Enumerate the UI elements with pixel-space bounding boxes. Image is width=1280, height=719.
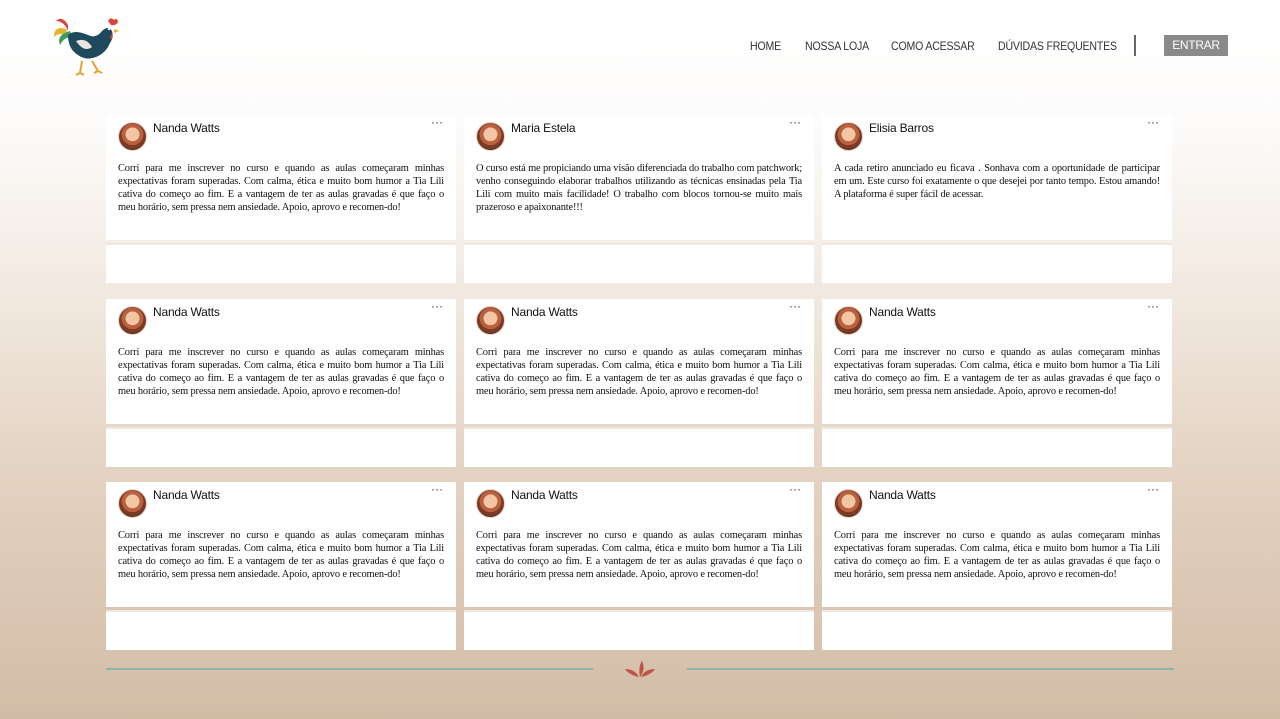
avatar[interactable]	[476, 306, 505, 335]
testimonial-card: Nanda Watts ··· Corri para me inscrever …	[106, 115, 456, 283]
testimonial-card: Nanda Watts ··· Corri para me inscrever …	[822, 482, 1172, 650]
more-options-icon[interactable]: ···	[1147, 115, 1159, 129]
testimonial-text: Corri para me inscrever no curso e quand…	[118, 530, 444, 580]
card-action-bar[interactable]	[822, 427, 1172, 467]
author-name[interactable]: Nanda Watts	[869, 305, 936, 319]
testimonial-text: Corri para me inscrever no curso e quand…	[118, 163, 444, 213]
avatar[interactable]	[834, 122, 863, 151]
testimonial-card: Nanda Watts ··· Corri para me inscrever …	[464, 482, 814, 650]
card-action-bar[interactable]	[106, 243, 456, 283]
footer-divider-left	[106, 668, 593, 670]
testimonial-card: Nanda Watts ··· Corri para me inscrever …	[106, 482, 456, 650]
testimonial-text: Corri para me inscrever no curso e quand…	[834, 530, 1160, 580]
avatar[interactable]	[118, 489, 147, 518]
avatar[interactable]	[476, 122, 505, 151]
card-action-bar[interactable]	[822, 243, 1172, 283]
card-action-bar[interactable]	[106, 427, 456, 467]
author-name[interactable]: Maria Estela	[511, 121, 575, 135]
card-action-bar[interactable]	[106, 610, 456, 650]
card-action-bar[interactable]	[464, 610, 814, 650]
nav-nossa-loja[interactable]: NOSSA LOJA	[805, 34, 869, 58]
more-options-icon[interactable]: ···	[431, 115, 443, 129]
avatar[interactable]	[834, 489, 863, 518]
testimonial-text: Corri para me inscrever no curso e quand…	[834, 347, 1160, 397]
avatar[interactable]	[118, 306, 147, 335]
nav-home[interactable]: HOME	[750, 34, 781, 58]
author-name[interactable]: Nanda Watts	[153, 488, 220, 502]
footer-divider-right	[687, 668, 1174, 670]
nav-como-acessar[interactable]: COMO ACESSAR	[891, 34, 975, 58]
testimonial-card: Maria Estela ··· O curso está me propici…	[464, 115, 814, 283]
avatar[interactable]	[834, 306, 863, 335]
author-name[interactable]: Nanda Watts	[511, 305, 578, 319]
testimonial-card: Nanda Watts ··· Corri para me inscrever …	[822, 299, 1172, 467]
more-options-icon[interactable]: ···	[1147, 482, 1159, 496]
more-options-icon[interactable]: ···	[789, 299, 801, 313]
card-action-bar[interactable]	[464, 427, 814, 467]
card-action-bar[interactable]	[464, 243, 814, 283]
more-options-icon[interactable]: ···	[431, 299, 443, 313]
author-name[interactable]: Elisia Barros	[869, 121, 934, 135]
login-button[interactable]: ENTRAR	[1164, 35, 1228, 56]
main-nav: HOME NOSSA LOJA COMO ACESSAR DÚVIDAS FRE…	[0, 34, 1280, 58]
author-name[interactable]: Nanda Watts	[511, 488, 578, 502]
avatar[interactable]	[118, 122, 147, 151]
testimonial-text: Corri para me inscrever no curso e quand…	[476, 530, 802, 580]
more-options-icon[interactable]: ···	[789, 115, 801, 129]
testimonial-text: O curso está me propiciando uma visão di…	[476, 163, 802, 213]
more-options-icon[interactable]: ···	[789, 482, 801, 496]
testimonial-text: Corri para me inscrever no curso e quand…	[476, 347, 802, 397]
leaf-ornament-icon	[625, 661, 655, 677]
author-name[interactable]: Nanda Watts	[153, 121, 220, 135]
testimonial-card: Nanda Watts ··· Corri para me inscrever …	[106, 299, 456, 467]
more-options-icon[interactable]: ···	[431, 482, 443, 496]
testimonial-card: Nanda Watts ··· Corri para me inscrever …	[464, 299, 814, 467]
card-action-bar[interactable]	[822, 610, 1172, 650]
avatar[interactable]	[476, 489, 505, 518]
nav-divider	[1134, 35, 1136, 56]
testimonial-text: Corri para me inscrever no curso e quand…	[118, 347, 444, 397]
author-name[interactable]: Nanda Watts	[153, 305, 220, 319]
nav-duvidas-frequentes[interactable]: DÚVIDAS FREQUENTES	[998, 34, 1117, 58]
author-name[interactable]: Nanda Watts	[869, 488, 936, 502]
testimonial-text: A cada retiro anunciado eu ficava . Sonh…	[834, 163, 1160, 200]
testimonial-card: Elisia Barros ··· A cada retiro anunciad…	[822, 115, 1172, 283]
more-options-icon[interactable]: ···	[1147, 299, 1159, 313]
